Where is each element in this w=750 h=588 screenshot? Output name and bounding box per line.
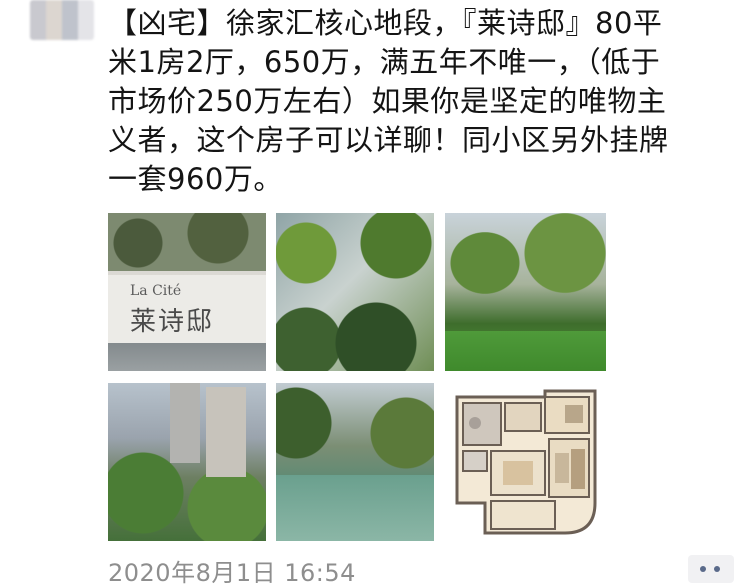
post-text-line: 市场价250万左右）如果你是坚定的唯物主 [108, 84, 667, 118]
photo-entrance-sign[interactable]: La Cité 莱诗邸 [108, 213, 266, 371]
post-text: 【凶宅】徐家汇核心地段，『莱诗邸』80平 米1房2厅，650万，满五年不唯一，（… [108, 4, 738, 199]
avatar[interactable] [30, 0, 94, 40]
post-timestamp: 2020年8月1日 16:54 [108, 559, 356, 587]
post-text-line: 【凶宅】徐家汇核心地段，『莱诗邸』80平 [108, 6, 663, 40]
dot-icon [700, 566, 706, 572]
post-text-line: 一套960万。 [108, 162, 283, 196]
photo-lawn-trees[interactable] [445, 213, 606, 371]
dot-icon [714, 566, 720, 572]
building-image [170, 383, 200, 463]
photo-fountain-pond[interactable] [276, 383, 434, 541]
post-text-line: 米1房2厅，650万，满五年不唯一，（低于 [108, 45, 661, 79]
photo-buildings[interactable] [108, 383, 266, 541]
sign-chinese-text: 莱诗邸 [130, 307, 215, 337]
photo-floor-plan[interactable] [445, 383, 606, 541]
floor-plan-image [445, 383, 606, 541]
more-options-button[interactable] [688, 555, 734, 583]
trees-image [108, 213, 266, 271]
sign-latin-text: La Cité [130, 283, 182, 299]
photo-garden-path[interactable] [276, 213, 434, 371]
post-text-line: 义者，这个房子可以详聊！同小区另外挂牌 [108, 123, 669, 157]
lawn-image [445, 331, 606, 371]
building-image [206, 387, 246, 477]
pond-image [276, 475, 434, 541]
